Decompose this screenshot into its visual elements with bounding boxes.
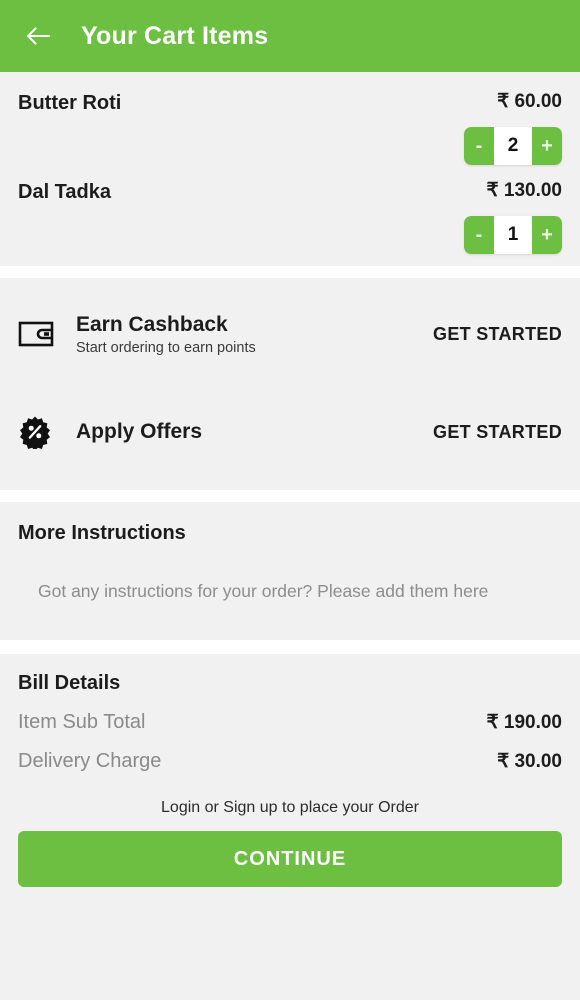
instructions-title: More Instructions (18, 522, 186, 544)
page-title: Your Cart Items (81, 21, 269, 50)
bill-details-title: Bill Details (18, 672, 121, 694)
bill-row-value: ₹ 30.00 (497, 751, 562, 772)
apply-offers-get-started-link[interactable]: GET STARTED (433, 422, 562, 443)
apply-offers-left: Apply Offers (18, 415, 202, 449)
cart-item-header: Butter Roti ₹ 60.00 (18, 90, 562, 115)
section-divider (0, 640, 580, 654)
continue-button[interactable]: CONTINUE (18, 831, 562, 887)
bill-details-section: Bill Details Item Sub Total ₹ 190.00 Del… (0, 654, 580, 787)
increment-button[interactable]: + (532, 216, 562, 254)
discount-badge-icon (18, 415, 62, 449)
arrow-left-icon (25, 25, 51, 47)
bill-row-label: Item Sub Total (18, 711, 146, 733)
quantity-value: 2 (494, 127, 532, 165)
apply-offers-texts: Apply Offers (76, 420, 202, 444)
decrement-button[interactable]: - (464, 216, 494, 254)
back-button[interactable] (18, 16, 58, 56)
apply-offers-row[interactable]: Apply Offers GET STARTED (18, 404, 562, 460)
footer-section: Login or Sign up to place your Order CON… (0, 787, 580, 1000)
bill-row-value: ₹ 190.00 (486, 712, 562, 733)
bill-row: Item Sub Total ₹ 190.00 (18, 711, 562, 734)
quantity-stepper: - 1 + (464, 216, 562, 254)
decrement-button[interactable]: - (464, 127, 494, 165)
rewards-section: Earn Cashback Start ordering to earn poi… (0, 278, 580, 490)
cart-item-price: ₹ 60.00 (497, 91, 562, 112)
instructions-section: More Instructions (0, 502, 580, 640)
quantity-value: 1 (494, 216, 532, 254)
apply-offers-title: Apply Offers (76, 420, 203, 443)
quantity-stepper-wrap: - 2 + (18, 127, 562, 165)
cart-item-row: Dal Tadka ₹ 130.00 - 1 + (18, 179, 562, 254)
section-divider (0, 490, 580, 502)
earn-cashback-row[interactable]: Earn Cashback Start ordering to earn poi… (18, 306, 562, 362)
cart-item-row: Butter Roti ₹ 60.00 - 2 + (18, 90, 562, 165)
app-bar: Your Cart Items (0, 0, 580, 72)
earn-cashback-title: Earn Cashback (76, 312, 228, 336)
bill-row: Delivery Charge ₹ 30.00 (18, 750, 562, 773)
earn-cashback-left: Earn Cashback Start ordering to earn poi… (18, 313, 256, 356)
wallet-icon (18, 320, 62, 348)
quantity-stepper: - 2 + (464, 127, 562, 165)
cart-item-name: Butter Roti (18, 92, 122, 114)
instructions-input[interactable] (18, 577, 562, 606)
quantity-stepper-wrap: - 1 + (18, 216, 562, 254)
earn-cashback-texts: Earn Cashback Start ordering to earn poi… (76, 313, 256, 356)
cart-item-price: ₹ 130.00 (486, 180, 562, 201)
cart-screen: Your Cart Items Butter Roti ₹ 60.00 - 2 … (0, 0, 580, 1000)
login-hint-text: Login or Sign up to place your Order (161, 799, 419, 816)
earn-cashback-subtitle: Start ordering to earn points (76, 339, 256, 356)
cart-item-header: Dal Tadka ₹ 130.00 (18, 179, 562, 204)
cart-item-name: Dal Tadka (18, 181, 111, 203)
earn-cashback-get-started-link[interactable]: GET STARTED (433, 324, 562, 345)
section-divider (0, 266, 580, 278)
increment-button[interactable]: + (532, 127, 562, 165)
bill-row-label: Delivery Charge (18, 750, 162, 772)
cart-items-section: Butter Roti ₹ 60.00 - 2 + Dal Tadka ₹ 13… (0, 72, 580, 266)
